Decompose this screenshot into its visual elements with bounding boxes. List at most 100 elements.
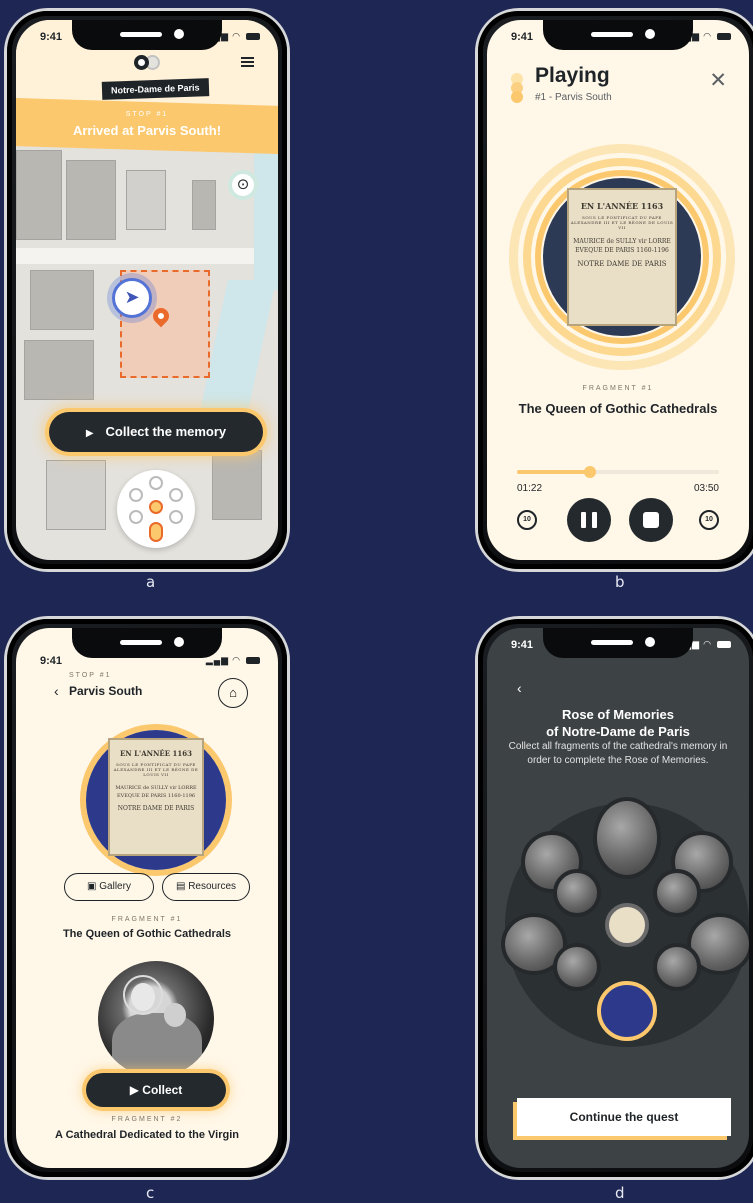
map-building — [16, 150, 62, 240]
phone-notch — [72, 20, 222, 50]
close-icon[interactable]: ✕ — [709, 68, 727, 92]
audio-progress-bar[interactable] — [517, 466, 719, 478]
app-logo — [511, 73, 523, 103]
gallery-icon: ▣ — [87, 881, 97, 892]
map-building — [24, 340, 94, 400]
menu-icon[interactable] — [241, 57, 254, 67]
play-icon: ▶ — [129, 1083, 139, 1097]
audio-progress-fill — [517, 470, 590, 474]
plaque-line: NOTRE DAME DE PARIS — [577, 259, 667, 268]
place-label: Notre-Dame de Paris — [101, 78, 209, 100]
phone-stop: 9:41 ▂▄▆ ◠ STOP #1 ‹ Parvis South ⌂ EN L… — [4, 616, 290, 1180]
phone-rose: 9:41 ▂▄▆ ◠ ‹ Rose of Memories of Notre-D… — [475, 616, 753, 1180]
app-logo — [134, 55, 164, 70]
fragment-number: FRAGMENT #1 — [111, 916, 183, 923]
resources-icon: ▤ — [175, 881, 186, 892]
resources-label: Resources — [188, 881, 237, 892]
rose-progress-icon[interactable] — [117, 470, 195, 548]
stop-screen: 9:41 ▂▄▆ ◠ STOP #1 ‹ Parvis South ⌂ EN L… — [16, 628, 278, 1168]
map-building — [66, 160, 116, 240]
battery-icon — [717, 641, 731, 649]
map-building — [46, 460, 106, 530]
status-icons: ▂▄▆ ◠ — [206, 655, 260, 666]
total-duration: 03:50 — [693, 483, 719, 494]
plaque-line: SOUS LE PONTIFICAT DU PAPE ALEXANDRE III… — [113, 762, 199, 778]
playing-subtitle: #1 - Parvis South — [535, 92, 612, 103]
battery-icon — [246, 657, 260, 665]
phone-notch — [543, 20, 693, 50]
plaque-line: EN L'ANNÉE 1163 — [119, 749, 193, 759]
battery-icon — [717, 33, 731, 41]
back-chevron-icon[interactable]: ‹ — [517, 680, 522, 696]
rose-fragment-collected[interactable] — [597, 981, 657, 1041]
arrived-title: Arrived at Parvis South! — [72, 123, 222, 138]
pause-icon — [581, 512, 586, 528]
plaque-line: SOUS LE PONTIFICAT DU PAPE ALEXANDRE III… — [570, 214, 674, 230]
rose-description: Collect all fragments of the cathedral's… — [508, 741, 728, 766]
rose-screen: 9:41 ▂▄▆ ◠ ‹ Rose of Memories of Notre-D… — [487, 628, 749, 1168]
map-screen: 9:41 ▂▄▆ ◠ Notre-Dame de Paris STOP #1 A… — [16, 20, 278, 560]
rose-fragment[interactable] — [653, 943, 701, 991]
plaque-line: MAURICE de SULLY vir LORRE — [115, 785, 197, 792]
pause-icon — [592, 512, 597, 528]
rose-fragment[interactable] — [593, 797, 661, 879]
figure-label-d: d — [615, 1184, 625, 1202]
continue-quest-button[interactable]: Continue the quest — [517, 1098, 731, 1136]
elapsed-time: 01:22 — [517, 483, 543, 494]
fragment-number: FRAGMENT #2 — [111, 1116, 183, 1123]
figure-label-a: a — [146, 573, 156, 591]
stop-number: STOP #1 — [69, 672, 112, 679]
plaque-image: EN L'ANNÉE 1163 SOUS LE PONTIFICAT DU PA… — [567, 188, 677, 326]
rose-fragment[interactable] — [553, 869, 601, 917]
phone-playing: 9:41 ▂▄▆ ◠ Playing #1 - Parvis South ✕ E… — [475, 8, 753, 572]
resources-button[interactable]: ▤ Resources — [162, 873, 250, 901]
playing-screen: 9:41 ▂▄▆ ◠ Playing #1 - Parvis South ✕ E… — [487, 20, 749, 560]
virgin-image — [98, 961, 214, 1077]
forward-10-icon[interactable]: 10 — [699, 510, 719, 530]
figure-label-b: b — [615, 573, 625, 591]
locate-icon[interactable]: ⊙ — [228, 170, 258, 200]
rose-center[interactable] — [605, 903, 649, 947]
stop-number: STOP #1 — [125, 111, 169, 118]
rose-fragment[interactable] — [653, 869, 701, 917]
status-time: 9:41 — [40, 655, 63, 667]
plaque-line: MAURICE de SULLY vir LORRE — [573, 237, 671, 245]
map-road — [16, 248, 278, 264]
status-time: 9:41 — [40, 31, 63, 43]
collect-memory-button[interactable]: ▶ Collect the memory — [49, 412, 263, 452]
fragment-title: The Queen of Gothic Cathedrals — [62, 928, 232, 940]
collect-memory-label: Collect the memory — [105, 424, 227, 439]
map-icon[interactable]: ⌂ — [218, 678, 248, 708]
map-building — [30, 270, 94, 330]
pause-button[interactable] — [567, 498, 611, 542]
collect-button[interactable]: ▶ Collect — [86, 1073, 226, 1107]
map-river — [254, 150, 278, 290]
collect-label: Collect — [142, 1083, 183, 1097]
map-building — [212, 450, 262, 520]
playing-title: Playing — [535, 64, 610, 87]
forward-10-label: 10 — [705, 516, 713, 523]
rewind-10-icon[interactable]: 10 — [517, 510, 537, 530]
status-time: 9:41 — [511, 31, 534, 43]
rose-title-line: of Notre-Dame de Paris — [546, 724, 690, 739]
figure-label-c: c — [146, 1184, 155, 1202]
map-building — [192, 180, 216, 230]
plaque-line: NOTRE DAME DE PARIS — [117, 805, 195, 813]
rewind-10-label: 10 — [523, 516, 531, 523]
audio-scrubber[interactable] — [583, 466, 596, 478]
plaque-image: EN L'ANNÉE 1163 SOUS LE PONTIFICAT DU PA… — [108, 738, 204, 856]
rose-fragment[interactable] — [553, 943, 601, 991]
phone-map: 9:41 ▂▄▆ ◠ Notre-Dame de Paris STOP #1 A… — [4, 8, 290, 572]
rose-title: Rose of Memories of Notre-Dame de Paris — [487, 706, 749, 740]
rose-window-icon[interactable] — [501, 797, 749, 1047]
back-chevron-icon[interactable]: ‹ — [54, 683, 59, 699]
gallery-button[interactable]: ▣ Gallery — [64, 873, 154, 901]
stop-button[interactable] — [629, 498, 673, 542]
plaque-line: EVEQUE DE PARIS 1160-1196 — [575, 246, 669, 254]
stop-title: Parvis South — [69, 684, 143, 698]
status-time: 9:41 — [511, 639, 534, 651]
navigation-arrow-icon: ➤ — [112, 278, 152, 318]
phone-notch — [72, 628, 222, 658]
map-building — [126, 170, 166, 230]
gallery-label: Gallery — [99, 881, 131, 892]
